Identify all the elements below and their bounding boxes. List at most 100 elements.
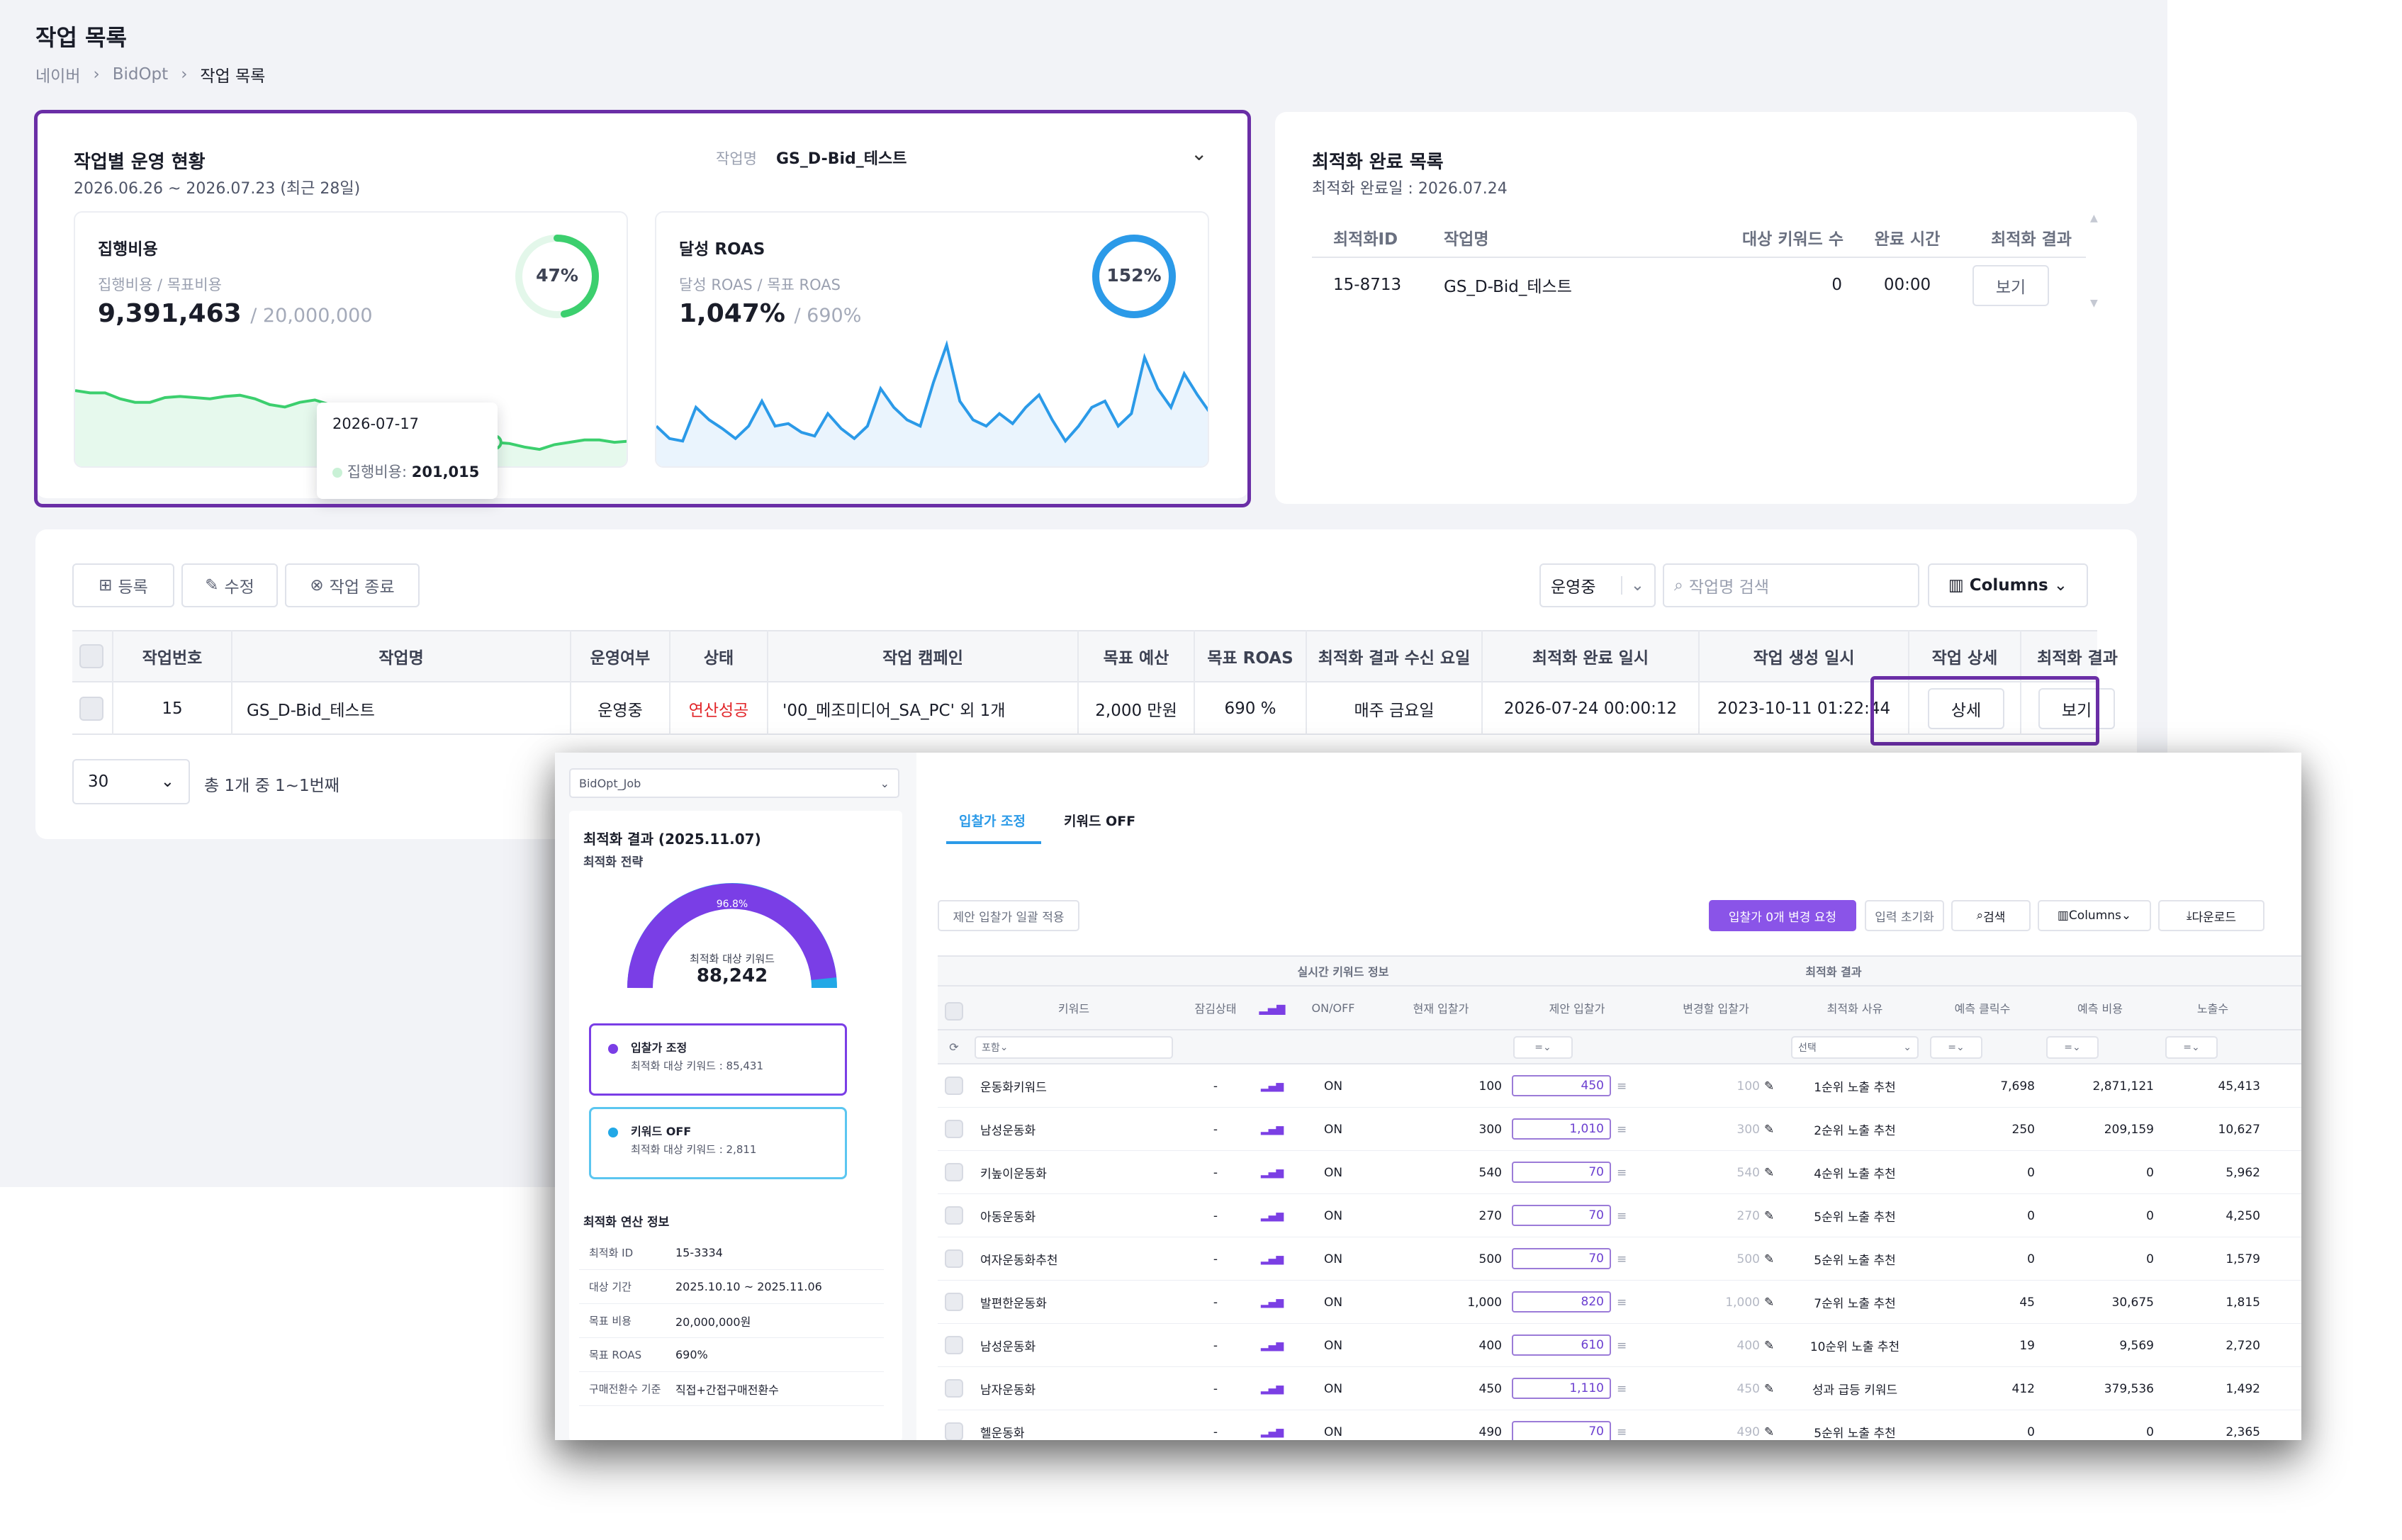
suggested-bid-filter[interactable]: = ⌄ [1513, 1036, 1573, 1059]
pencil-icon[interactable]: ✎ [1764, 1237, 1783, 1281]
breadcrumb-bidopt[interactable]: BidOpt [113, 65, 169, 84]
suggested-bid-input[interactable]: 70 [1512, 1205, 1611, 1226]
apply-icon[interactable]: ≡ [1617, 1151, 1635, 1194]
tab-keyword-off[interactable]: 키워드 OFF [1064, 811, 1135, 830]
select-all-checkbox[interactable] [945, 1002, 963, 1021]
select-all-checkbox[interactable] [79, 644, 103, 668]
scroll-up-icon[interactable]: ▲ [2090, 213, 2098, 224]
job-select-dropdown[interactable]: BidOpt_Job ⌄ [569, 768, 899, 798]
reset-input-button[interactable]: 입력 초기화 [1865, 900, 1944, 931]
suggested-bid-input[interactable]: 70 [1512, 1162, 1611, 1183]
click-filter[interactable]: = ⌄ [1930, 1036, 1982, 1059]
bar-chart-icon[interactable]: ▂▄▆ [1252, 987, 1292, 1029]
breadcrumb-naver[interactable]: 네이버 [35, 62, 80, 86]
col-detail[interactable]: 작업 상세 [1909, 630, 2020, 682]
apply-icon[interactable]: ≡ [1617, 1194, 1635, 1237]
pencil-icon[interactable]: ✎ [1764, 1367, 1783, 1410]
col-change-bid[interactable]: 변경할 입찰가 [1646, 987, 1785, 1029]
overlay-columns-button[interactable]: ▥ Columns ⌄ [2038, 900, 2151, 931]
columns-button[interactable]: ▥ Columns ⌄ [1928, 563, 2088, 607]
col-job-name[interactable]: 작업명 [232, 630, 570, 682]
row-checkbox[interactable] [945, 1249, 963, 1268]
pencil-icon[interactable]: ✎ [1764, 1281, 1783, 1324]
job-search-input[interactable]: ⌕ 작업명 검색 [1663, 563, 1919, 607]
status-filter-select[interactable]: 운영중 ⌄ [1539, 563, 1656, 607]
bar-chart-icon[interactable]: ▂▄▆ [1252, 1324, 1292, 1367]
col-roas[interactable]: 목표 ROAS [1195, 630, 1306, 682]
apply-icon[interactable]: ≡ [1617, 1237, 1635, 1281]
reason-filter[interactable]: 선택 ⌄ [1791, 1036, 1919, 1059]
row-checkbox[interactable] [945, 1120, 963, 1138]
download-button[interactable]: ⤓ 다운로드 [2158, 900, 2264, 931]
keyword-filter[interactable]: 포함 ⌄ [975, 1036, 1173, 1059]
bar-chart-icon[interactable]: ▂▄▆ [1252, 1064, 1292, 1108]
row-checkbox[interactable] [945, 1077, 963, 1095]
col-job-no[interactable]: 작업번호 [113, 630, 231, 682]
apply-icon[interactable]: ≡ [1617, 1064, 1635, 1108]
bar-chart-icon[interactable]: ▂▄▆ [1252, 1151, 1292, 1194]
apply-icon[interactable]: ≡ [1617, 1367, 1635, 1410]
row-checkbox[interactable] [945, 1206, 963, 1225]
refresh-icon[interactable]: ⟳ [943, 1030, 965, 1063]
bar-chart-icon[interactable]: ▂▄▆ [1252, 1410, 1292, 1440]
pencil-icon[interactable]: ✎ [1764, 1324, 1783, 1367]
strategy-bid-card[interactable]: 입찰가 조정 최적화 대상 키워드 : 85,431 [589, 1023, 847, 1096]
pencil-icon[interactable]: ✎ [1764, 1064, 1783, 1108]
col-pred-cost[interactable]: 예측 비용 [2041, 987, 2160, 1029]
impression-filter[interactable]: = ⌄ [2165, 1036, 2218, 1059]
change-request-button[interactable]: 입찰가 0개 변경 요청 [1709, 900, 1856, 931]
bar-chart-icon[interactable]: ▂▄▆ [1252, 1108, 1292, 1151]
col-receive-day[interactable]: 최적화 결과 수신 요일 [1307, 630, 1481, 682]
col-result[interactable]: 최적화 결과 [2021, 630, 2133, 682]
col-pred-click[interactable]: 예측 클릭수 [1924, 987, 2041, 1029]
col-created-at[interactable]: 작업 생성 일시 [1700, 630, 1908, 682]
col-reason[interactable]: 최적화 사유 [1785, 987, 1924, 1029]
col-campaign[interactable]: 작업 캠페인 [768, 630, 1077, 682]
apply-icon[interactable]: ≡ [1617, 1324, 1635, 1367]
row-checkbox[interactable] [945, 1163, 963, 1181]
bar-chart-icon[interactable]: ▂▄▆ [1252, 1237, 1292, 1281]
suggested-bid-input[interactable]: 1,010 [1512, 1118, 1611, 1140]
suggested-bid-input[interactable]: 820 [1512, 1291, 1611, 1313]
bar-chart-icon[interactable]: ▂▄▆ [1252, 1367, 1292, 1410]
row-checkbox[interactable] [945, 1293, 963, 1311]
col-budget[interactable]: 목표 예산 [1079, 630, 1194, 682]
col-suggested-bid[interactable]: 제안 입찰가 [1508, 987, 1646, 1029]
apply-icon[interactable]: ≡ [1617, 1281, 1635, 1324]
col-operation[interactable]: 운영여부 [571, 630, 669, 682]
pencil-icon[interactable]: ✎ [1764, 1194, 1783, 1237]
row-checkbox[interactable] [945, 1336, 963, 1354]
col-status[interactable]: 상태 [670, 630, 767, 682]
strategy-off-card[interactable]: 키워드 OFF 최적화 대상 키워드 : 2,811 [589, 1107, 847, 1179]
suggested-bid-input[interactable]: 1,110 [1512, 1378, 1611, 1399]
col-keyword[interactable]: 키워드 [969, 987, 1179, 1029]
suggested-bid-input[interactable]: 450 [1512, 1075, 1611, 1096]
bar-chart-icon[interactable]: ▂▄▆ [1252, 1194, 1292, 1237]
suggested-bid-input[interactable]: 70 [1512, 1248, 1611, 1269]
pencil-icon[interactable]: ✎ [1764, 1410, 1783, 1440]
apply-icon[interactable]: ≡ [1617, 1108, 1635, 1151]
apply-all-button[interactable]: 제안 입찰가 일괄 적용 [938, 900, 1079, 931]
register-button[interactable]: ⊞ 등록 [72, 563, 174, 607]
apply-icon[interactable]: ≡ [1617, 1410, 1635, 1440]
tab-bid-adjust[interactable]: 입찰가 조정 [959, 811, 1026, 830]
pencil-icon[interactable]: ✎ [1764, 1151, 1783, 1194]
col-done-at[interactable]: 최적화 완료 일시 [1483, 630, 1698, 682]
col-lock[interactable]: 잠김상태 [1179, 987, 1252, 1029]
scroll-down-icon[interactable]: ▼ [2090, 298, 2098, 309]
suggested-bid-input[interactable]: 610 [1512, 1334, 1611, 1356]
col-onoff[interactable]: ON/OFF [1292, 987, 1374, 1029]
search-button[interactable]: ⌕ 검색 [1951, 900, 2031, 931]
pencil-icon[interactable]: ✎ [1764, 1108, 1783, 1151]
done-view-button[interactable]: 보기 [1972, 265, 2049, 306]
col-impressions[interactable]: 노출수 [2160, 987, 2266, 1029]
col-current-bid[interactable]: 현재 입찰가 [1374, 987, 1508, 1029]
suggested-bid-input[interactable]: 70 [1512, 1421, 1611, 1440]
cost-filter[interactable]: = ⌄ [2046, 1036, 2099, 1059]
page-size-select[interactable]: 30 ⌄ [72, 759, 190, 804]
row-checkbox[interactable] [945, 1379, 963, 1398]
row-checkbox[interactable] [79, 697, 103, 721]
bar-chart-icon[interactable]: ▂▄▆ [1252, 1281, 1292, 1324]
row-checkbox[interactable] [945, 1422, 963, 1440]
stop-job-button[interactable]: ⊗ 작업 종료 [285, 563, 420, 607]
